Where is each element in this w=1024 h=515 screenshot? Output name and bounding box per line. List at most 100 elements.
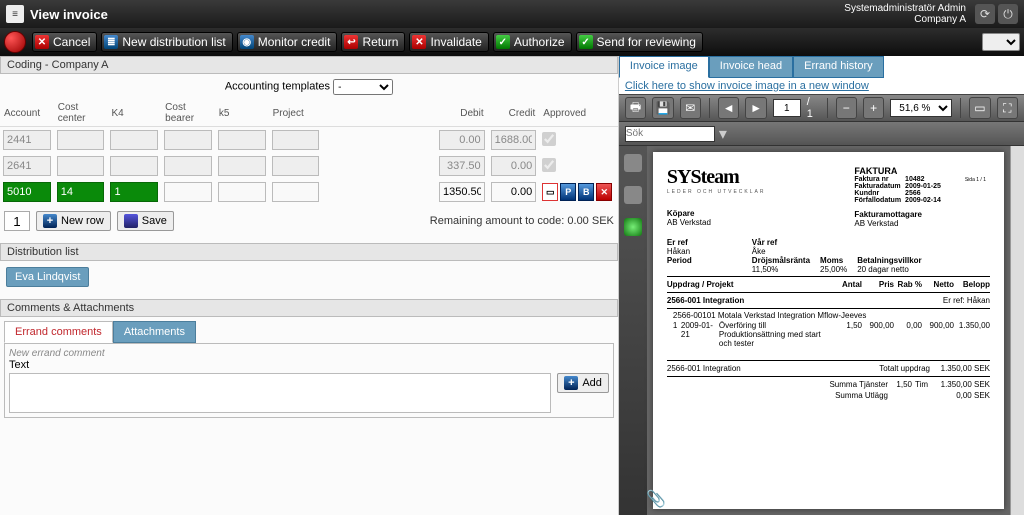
tab-invoice-image[interactable]: Invoice image bbox=[619, 56, 709, 78]
tab-invoice-head[interactable]: Invoice head bbox=[709, 56, 793, 78]
cancel-button[interactable]: ✕Cancel bbox=[32, 32, 97, 52]
credit-field[interactable] bbox=[491, 182, 537, 202]
k5-field bbox=[218, 156, 266, 176]
send-review-button[interactable]: ✓Send for reviewing bbox=[576, 32, 703, 52]
debit-field[interactable] bbox=[439, 182, 485, 202]
authorize-button[interactable]: ✓Authorize bbox=[493, 32, 572, 52]
delete-row-icon[interactable]: ✕ bbox=[596, 183, 612, 201]
add-comment-button[interactable]: +Add bbox=[557, 373, 609, 393]
costbearer-field bbox=[164, 156, 212, 176]
save-icon bbox=[124, 214, 138, 228]
zoom-in-icon[interactable]: + bbox=[863, 97, 884, 119]
costcenter-field bbox=[57, 130, 105, 150]
text-label: Text bbox=[9, 359, 609, 371]
refresh-icon[interactable]: ⟳ bbox=[975, 4, 995, 24]
search-dropdown-icon[interactable]: ▾ bbox=[719, 124, 727, 144]
col-approved: Approved bbox=[539, 100, 618, 127]
credit-field bbox=[491, 156, 537, 176]
viewer-body: SYSteam LEDER OCH UTVECKLAR Köpare AB Ve… bbox=[619, 146, 1024, 515]
templates-select[interactable]: - bbox=[333, 79, 393, 95]
power-icon[interactable]: ⏻ bbox=[998, 4, 1018, 24]
layers-icon[interactable] bbox=[624, 186, 642, 204]
new-comment-header: New errand comment bbox=[9, 348, 609, 359]
templates-label: Accounting templates bbox=[225, 81, 330, 93]
periodize-icon[interactable]: P bbox=[560, 183, 576, 201]
coding-table: Account Cost center K4 Cost bearer k5 Pr… bbox=[0, 100, 618, 205]
comment-tabs: Errand comments Attachments bbox=[4, 321, 618, 343]
tab-errand-history[interactable]: Errand history bbox=[793, 56, 883, 78]
mottagare-value: AB Verkstad bbox=[854, 219, 990, 228]
row-controls: +New row Save Remaining amount to code: … bbox=[0, 205, 618, 237]
action-toolbar: ✕Cancel ≣New distribution list ◉Monitor … bbox=[0, 28, 1024, 56]
coding-panel-title: Coding - Company A bbox=[0, 56, 618, 74]
coding-panel: Coding - Company A Accounting templates … bbox=[0, 56, 619, 515]
invalidate-button[interactable]: ✕Invalidate bbox=[409, 32, 488, 52]
coding-row-active: ▭ P B ✕ bbox=[0, 179, 618, 205]
help-icon[interactable] bbox=[624, 218, 642, 236]
page-current-input[interactable] bbox=[773, 99, 801, 117]
search-input[interactable] bbox=[625, 126, 715, 142]
zoom-select[interactable]: 51,6 % bbox=[890, 99, 952, 117]
k4-field[interactable] bbox=[110, 182, 158, 202]
distribution-person[interactable]: Eva Lindqvist bbox=[6, 267, 89, 287]
fit-page-icon[interactable]: ⛶ bbox=[997, 97, 1018, 119]
comment-textarea[interactable] bbox=[9, 373, 551, 413]
next-page-icon[interactable]: ► bbox=[745, 97, 766, 119]
print-icon[interactable]: 🖶 bbox=[625, 97, 646, 119]
vertical-scrollbar[interactable] bbox=[1010, 146, 1024, 515]
return-button[interactable]: ↩Return bbox=[341, 32, 405, 52]
plus-icon: + bbox=[43, 214, 57, 228]
email-icon[interactable]: ✉ bbox=[680, 97, 701, 119]
eye-icon: ◉ bbox=[240, 35, 254, 49]
invoice-viewer-panel: Invoice image Invoice head Errand histor… bbox=[619, 56, 1024, 515]
attachment-clip-icon[interactable]: 📎 bbox=[646, 489, 666, 509]
coding-row bbox=[0, 127, 618, 154]
viewer-tabs: Invoice image Invoice head Errand histor… bbox=[619, 56, 1024, 78]
costbearer-field[interactable] bbox=[164, 182, 212, 202]
document-icon: ≡ bbox=[6, 5, 24, 23]
account-field bbox=[3, 130, 51, 150]
approved-checkbox bbox=[542, 132, 556, 146]
col-k4: K4 bbox=[107, 100, 161, 127]
comments-panel-title: Comments & Attachments bbox=[0, 299, 618, 317]
invoice-document[interactable]: SYSteam LEDER OCH UTVECKLAR Köpare AB Ve… bbox=[653, 152, 1004, 509]
tab-attachments[interactable]: Attachments bbox=[113, 321, 196, 343]
app-orb-icon[interactable] bbox=[4, 31, 26, 53]
costcenter-field[interactable] bbox=[57, 182, 105, 202]
debit-field bbox=[439, 130, 485, 150]
save-button[interactable]: Save bbox=[117, 211, 174, 231]
invalidate-icon: ✕ bbox=[412, 35, 426, 49]
close-icon: ✕ bbox=[35, 35, 49, 49]
tab-errand-comments[interactable]: Errand comments bbox=[4, 321, 113, 343]
thumbnails-icon[interactable] bbox=[624, 154, 642, 172]
return-icon: ↩ bbox=[344, 35, 358, 49]
check-icon: ✓ bbox=[496, 35, 510, 49]
approved-checkbox bbox=[542, 158, 556, 172]
project-field bbox=[272, 130, 320, 150]
send-icon: ✓ bbox=[579, 35, 593, 49]
monitor-credit-button[interactable]: ◉Monitor credit bbox=[237, 32, 338, 52]
plus-icon: + bbox=[564, 376, 578, 390]
costcenter-field bbox=[57, 156, 105, 176]
new-distribution-button[interactable]: ≣New distribution list bbox=[101, 32, 232, 52]
open-image-link[interactable]: Click here to show invoice image in a ne… bbox=[619, 78, 1024, 94]
viewer-toolbar: 🖶 💾 ✉ ◄ ► / 1 − + 51,6 % ▭ ⛶ bbox=[619, 94, 1024, 122]
project-field[interactable] bbox=[272, 182, 320, 202]
budget-icon[interactable]: B bbox=[578, 183, 594, 201]
k5-field[interactable] bbox=[218, 182, 266, 202]
save-file-icon[interactable]: 💾 bbox=[652, 97, 673, 119]
user-name: Systemadministratör Admin bbox=[844, 3, 966, 14]
fit-width-icon[interactable]: ▭ bbox=[969, 97, 990, 119]
row-action-icon[interactable]: ▭ bbox=[542, 183, 558, 201]
page-total: / 1 bbox=[807, 96, 819, 120]
row-page-input[interactable] bbox=[4, 211, 30, 231]
account-field[interactable] bbox=[3, 182, 51, 202]
zoom-out-icon[interactable]: − bbox=[836, 97, 857, 119]
k4-field bbox=[110, 156, 158, 176]
page-selector[interactable] bbox=[982, 33, 1020, 51]
new-row-button[interactable]: +New row bbox=[36, 211, 111, 231]
viewer-search: ▾ bbox=[619, 122, 1024, 146]
col-costcenter: Cost center bbox=[54, 100, 108, 127]
prev-page-icon[interactable]: ◄ bbox=[718, 97, 739, 119]
remaining-amount: Remaining amount to code: 0.00 SEK bbox=[430, 215, 614, 227]
